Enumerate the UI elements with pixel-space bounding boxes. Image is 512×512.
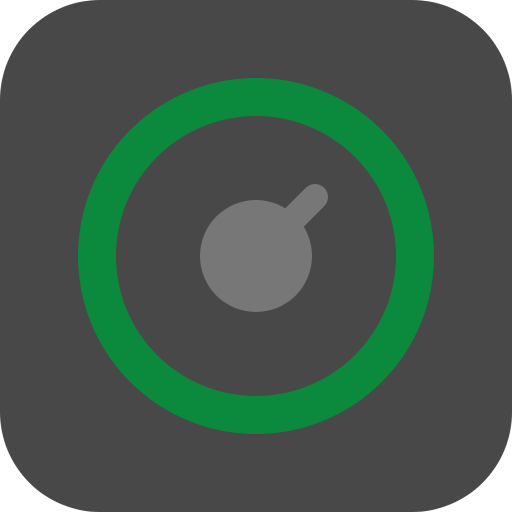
dial-knob-icon bbox=[0, 0, 512, 512]
knob-body bbox=[200, 200, 312, 312]
app-icon[interactable] bbox=[0, 0, 512, 512]
